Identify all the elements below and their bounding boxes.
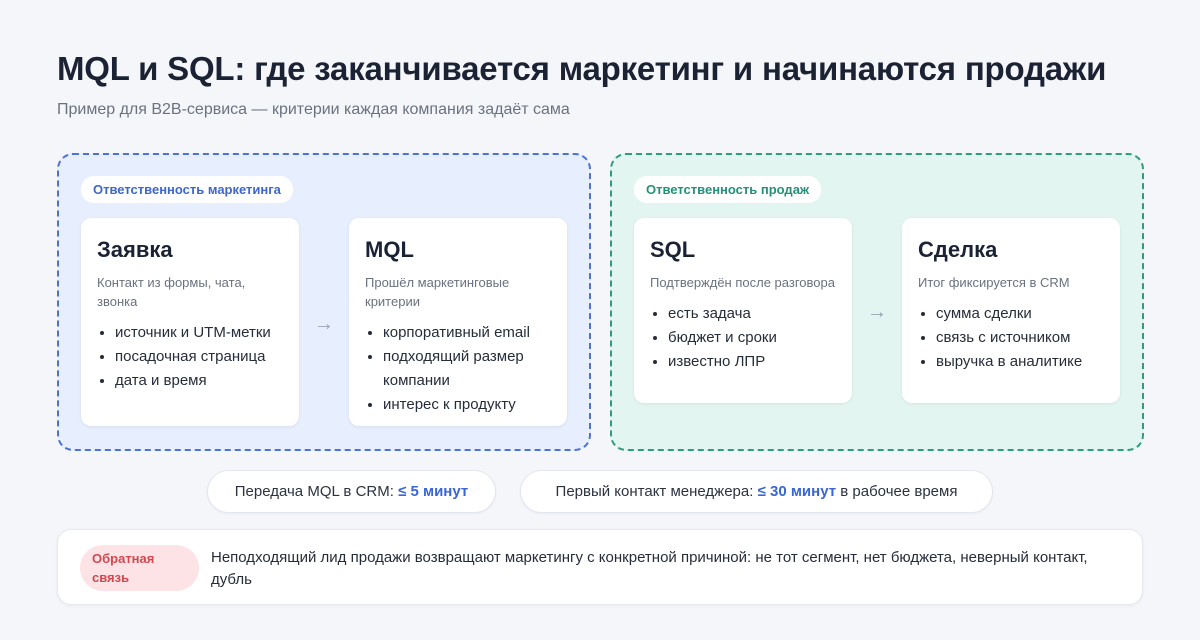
list-item: связь с источником: [936, 326, 1104, 350]
sla-pill-mql-handoff: Передача MQL в CRM: ≤ 5 минут: [207, 470, 496, 513]
stage-title: Заявка: [97, 237, 173, 262]
stage-card-sql: SQL Подтверждён после разговора есть зад…: [634, 218, 852, 403]
page-title: MQL и SQL: где заканчивается маркетинг и…: [57, 50, 1107, 87]
list-item: сумма сделки: [936, 302, 1104, 326]
stage-description: Прошёл маркетинговые критерии: [365, 275, 510, 309]
sla-suffix: в рабочее время: [840, 483, 958, 500]
stage-description: Контакт из формы, чата, звонка: [97, 275, 246, 309]
stage-title: Сделка: [918, 237, 998, 262]
marketing-zone-badge: Ответственность маркетинга: [81, 176, 293, 203]
list-item: подходящий размер компании: [383, 345, 551, 393]
criteria-list: есть задача бюджет и сроки известно ЛПР: [650, 302, 836, 374]
list-item: выручка в аналитике: [936, 350, 1104, 374]
list-item: корпоративный email: [383, 321, 551, 345]
stage-title: SQL: [650, 237, 696, 262]
sla-label: Передача MQL в CRM:: [234, 483, 394, 500]
feedback-panel: Обратная связь Неподходящий лид продажи …: [57, 529, 1143, 605]
feedback-badge: Обратная связь: [80, 545, 199, 591]
sales-zone: Ответственность продаж SQL Подтверждён п…: [610, 153, 1144, 451]
list-item: бюджет и сроки: [668, 326, 836, 350]
feedback-text: Неподходящий лид продажи возвращают марк…: [211, 549, 1088, 588]
stage-card-mql: MQL Прошёл маркетинговые критерии корпор…: [349, 218, 567, 426]
stage-description: Подтверждён после разговора: [650, 275, 835, 290]
arrow-right-icon: →: [314, 313, 334, 335]
page-subtitle: Пример для B2B-сервиса — критерии каждая…: [57, 101, 570, 118]
criteria-list: корпоративный email подходящий размер ко…: [365, 321, 551, 417]
sla-label: Первый контакт менеджера:: [555, 483, 754, 500]
stage-card-deal: Сделка Итог фиксируется в CRM сумма сдел…: [902, 218, 1120, 403]
sla-value: ≤ 5 минут: [398, 483, 469, 500]
sla-value: ≤ 30 минут: [757, 483, 837, 500]
list-item: источник и UTM-метки: [115, 321, 283, 345]
marketing-zone: Ответственность маркетинга Заявка Контак…: [57, 153, 591, 451]
criteria-list: источник и UTM-метки посадочная страница…: [97, 321, 283, 393]
list-item: известно ЛПР: [668, 350, 836, 374]
stage-title: MQL: [365, 237, 414, 262]
sales-zone-badge: Ответственность продаж: [634, 176, 822, 203]
list-item: посадочная страница: [115, 345, 283, 369]
criteria-list: сумма сделки связь с источником выручка …: [918, 302, 1104, 374]
stage-card-lead: Заявка Контакт из формы, чата, звонка ис…: [81, 218, 299, 426]
sla-pill-first-contact: Первый контакт менеджера: ≤ 30 минут в р…: [520, 470, 993, 513]
stage-description: Итог фиксируется в CRM: [918, 275, 1070, 290]
list-item: интерес к продукту: [383, 393, 551, 417]
arrow-right-icon: →: [867, 301, 887, 323]
list-item: есть задача: [668, 302, 836, 326]
list-item: дата и время: [115, 369, 283, 393]
